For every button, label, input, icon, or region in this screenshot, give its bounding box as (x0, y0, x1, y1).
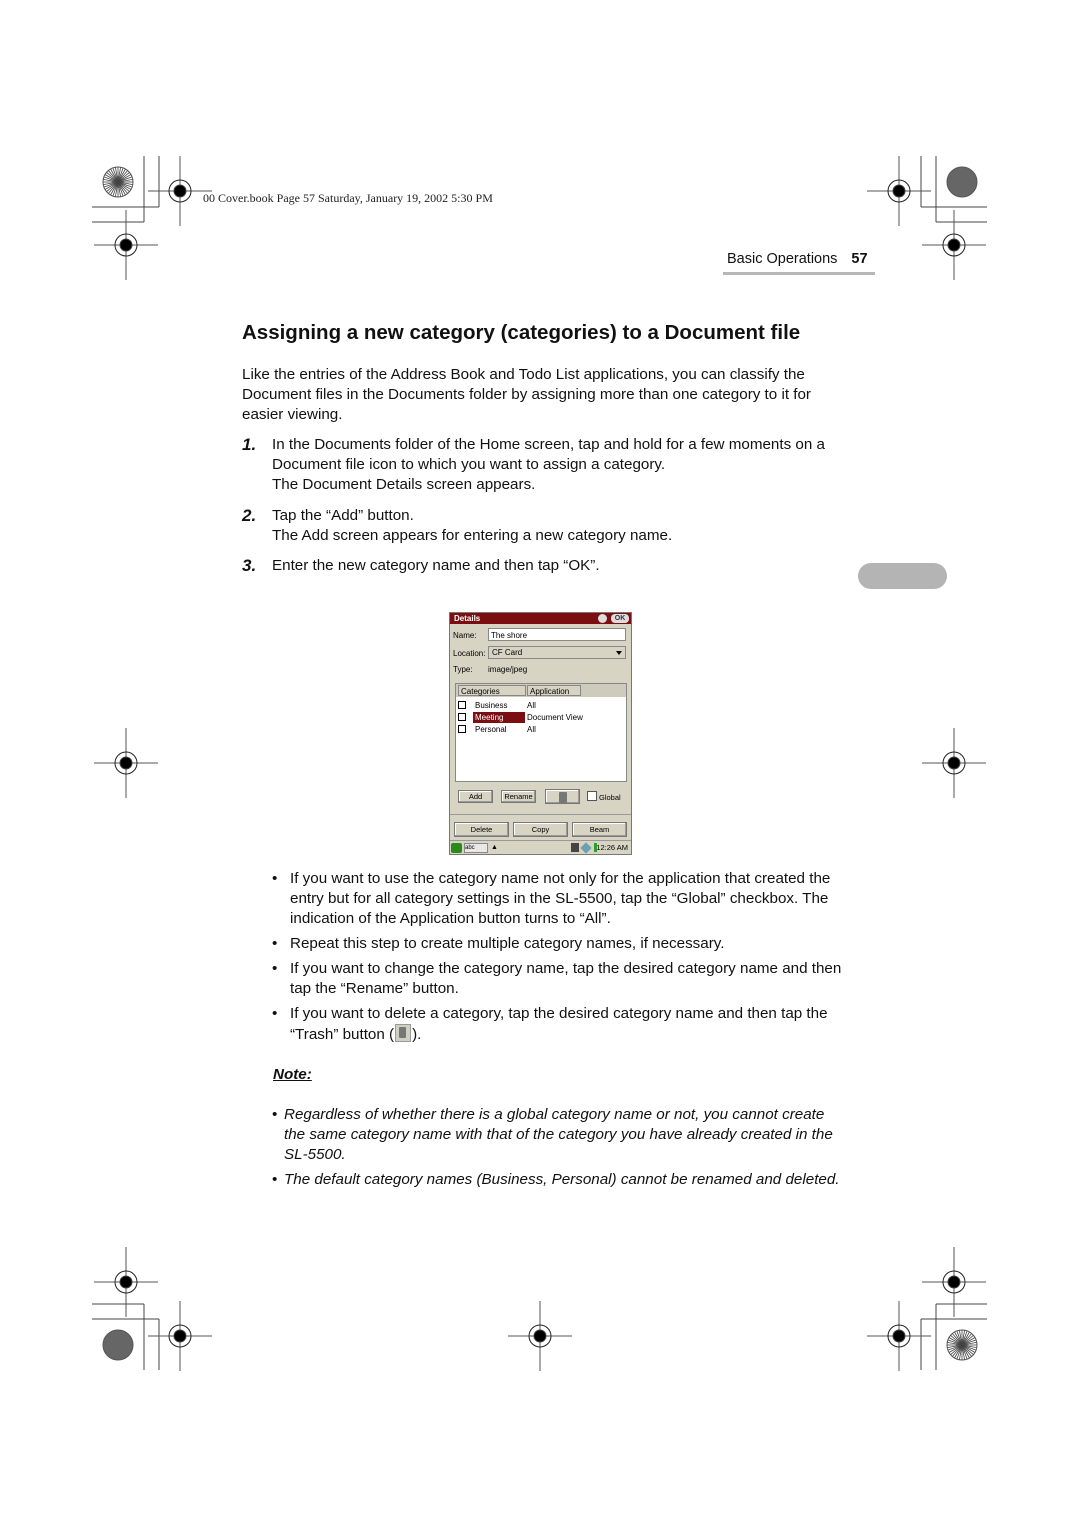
category-name: Personal (475, 725, 507, 734)
rename-button[interactable]: Rename (501, 790, 536, 803)
category-application: All (527, 701, 536, 710)
trash-icon (395, 1024, 412, 1042)
registration-mark (922, 210, 986, 280)
category-list: Categories Application Business All Meet… (455, 683, 627, 782)
column-categories[interactable]: Categories (458, 685, 526, 696)
registration-mark (94, 210, 158, 280)
close-icon[interactable] (598, 614, 607, 623)
global-checkbox[interactable]: Global (587, 791, 621, 802)
registration-mark (922, 728, 986, 798)
type-label: Type: (453, 665, 473, 674)
registration-mark (94, 728, 158, 798)
divider (450, 814, 631, 815)
note-list: • Regardless of whether there is a global… (272, 1105, 842, 1195)
step-text: In the Documents folder of the Home scre… (272, 436, 825, 473)
step-number: 2. (242, 506, 257, 525)
note-label: Note: (273, 1066, 312, 1083)
chevron-down-icon (616, 651, 622, 655)
category-application: Document View (527, 713, 583, 722)
chapter-tab (858, 563, 947, 589)
header-rule (723, 272, 875, 275)
page-number: 57 (851, 251, 868, 267)
step-result: The Add screen appears for entering a ne… (272, 527, 673, 544)
clock: 12:26 AM (596, 843, 628, 852)
list-item: • If you want to use the category name no… (272, 870, 831, 927)
trash-icon (559, 792, 567, 803)
registration-mark (94, 1247, 158, 1317)
note-item: • Regardless of whether there is a global… (272, 1106, 833, 1163)
arrow-up-icon[interactable]: ▲ (491, 844, 498, 851)
category-checkbox[interactable] (458, 713, 466, 721)
running-header: Basic Operations 57 (727, 251, 868, 267)
beam-button[interactable]: Beam (572, 822, 627, 837)
name-label: Name: (453, 631, 477, 640)
checkbox-icon (587, 791, 597, 801)
location-value: CF Card (492, 648, 523, 657)
step-1: 1. In the Documents folder of the Home s… (242, 435, 842, 495)
color-target (946, 166, 978, 198)
location-label: Location: (453, 649, 486, 658)
category-row[interactable]: Business All (456, 700, 626, 711)
category-checkbox[interactable] (458, 701, 466, 709)
list-item: • Repeat this step to create multiple cat… (272, 935, 725, 952)
list-header: Categories Application (456, 684, 626, 697)
step-number: 3. (242, 556, 257, 575)
column-application[interactable]: Application (527, 685, 581, 696)
page-title: Assigning a new category (categories) to… (242, 321, 801, 344)
delete-button[interactable]: Delete (454, 822, 509, 837)
step-3: 3. Enter the new category name and then … (242, 556, 842, 576)
category-name-selected: Meeting (473, 712, 525, 723)
color-target (102, 1329, 134, 1361)
section-name: Basic Operations (727, 251, 838, 267)
location-select[interactable]: CF Card (488, 646, 626, 659)
global-label: Global (599, 793, 621, 802)
card-icon[interactable] (580, 842, 592, 854)
list-item: • If you want to change the category name… (272, 960, 842, 997)
step-text: Tap the “Add” button. (272, 507, 414, 524)
tips-list: • If you want to use the category name no… (272, 869, 842, 1050)
category-application: All (527, 725, 536, 734)
note-item: • The default category names (Business, P… (272, 1171, 840, 1188)
category-row[interactable]: Meeting Document View (456, 712, 626, 723)
type-value: image/jpeg (488, 665, 528, 674)
intro-paragraph: Like the entries of the Address Book and… (242, 366, 811, 423)
step-result: The Document Details screen appears. (272, 476, 536, 493)
category-row[interactable]: Personal All (456, 724, 626, 735)
volume-icon[interactable] (571, 843, 579, 852)
color-target (946, 1329, 978, 1361)
registration-mark (922, 1247, 986, 1317)
list-item: • If you want to delete a category, tap t… (272, 1005, 828, 1043)
registration-mark (148, 1301, 212, 1371)
details-title: Details (454, 614, 481, 623)
add-button[interactable]: Add (458, 790, 493, 803)
registration-mark (508, 1301, 572, 1371)
details-titlebar: Details OK (450, 613, 631, 624)
device-screenshot: Details OK Name: The shore Location: CF … (449, 612, 632, 855)
color-target (102, 166, 134, 198)
ok-button[interactable]: OK (611, 614, 629, 623)
copy-button[interactable]: Copy (513, 822, 568, 837)
step-number: 1. (242, 435, 257, 454)
input-method[interactable]: abc (464, 843, 488, 853)
trash-button[interactable] (545, 789, 580, 804)
category-name: Business (475, 701, 508, 710)
home-icon[interactable] (451, 843, 462, 853)
name-field[interactable]: The shore (488, 628, 626, 641)
step-text: Enter the new category name and then tap… (272, 557, 600, 574)
step-2: 2. Tap the “Add” button. The Add screen … (242, 506, 842, 546)
category-checkbox[interactable] (458, 725, 466, 733)
print-header-meta: 00 Cover.book Page 57 Saturday, January … (203, 191, 493, 205)
taskbar: abc ▲ 12:26 AM (450, 840, 631, 854)
